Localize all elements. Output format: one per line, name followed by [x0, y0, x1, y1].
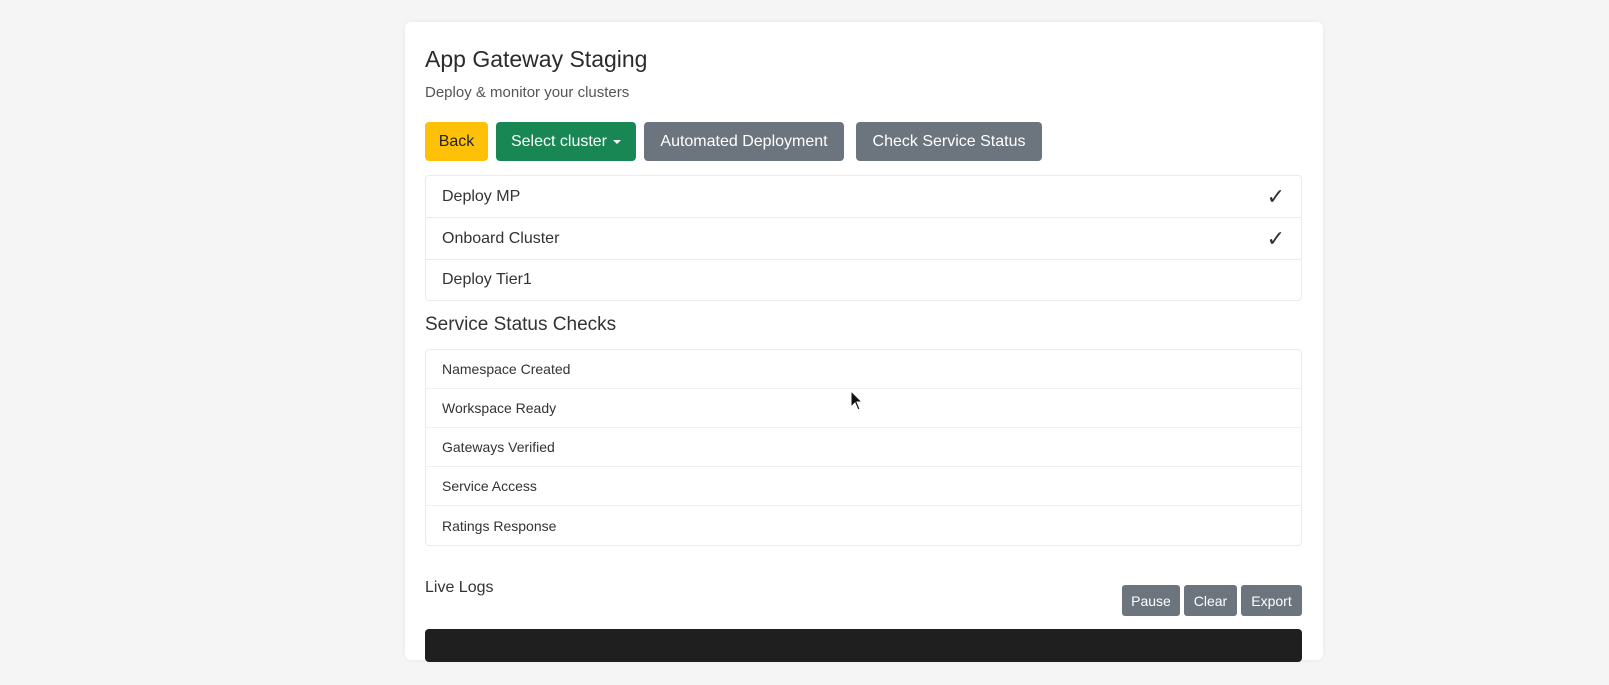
- pause-button[interactable]: Pause: [1122, 585, 1180, 616]
- select-cluster-label: Select cluster: [510, 132, 608, 150]
- deployment-card: App Gateway Staging Deploy & monitor you…: [405, 22, 1323, 662]
- automated-deployment-button[interactable]: Automated Deployment: [644, 122, 844, 161]
- checkmark-icon: ✓: [1266, 225, 1285, 251]
- step-onboard-cluster: Onboard Cluster ✓: [426, 218, 1301, 260]
- step-label: Deploy Tier1: [442, 271, 532, 288]
- check-service-status-button[interactable]: Check Service Status: [856, 122, 1042, 161]
- export-button[interactable]: Export: [1241, 585, 1302, 616]
- service-checks-list: Namespace Created Workspace Ready Gatewa…: [425, 349, 1302, 546]
- step-label: Deploy MP: [442, 187, 521, 205]
- checkmark-icon: ✓: [1266, 183, 1285, 209]
- live-logs-label: Live Logs: [425, 579, 494, 596]
- service-status-title: Service Status Checks: [425, 314, 617, 335]
- step-deploy-mp: Deploy MP ✓: [426, 176, 1301, 218]
- list-item: Gateways Verified: [426, 428, 1301, 467]
- list-item: Ratings Response: [442, 517, 557, 534]
- log-console[interactable]: [425, 629, 1302, 662]
- list-item: Namespace Created: [426, 350, 1301, 389]
- clear-button[interactable]: Clear: [1184, 585, 1237, 616]
- page-title: App Gateway Staging: [425, 46, 648, 72]
- mouse-pointer-icon: [850, 390, 864, 411]
- deployment-steps-list: Deploy MP ✓ Onboard Cluster ✓ Deploy Tie…: [425, 175, 1302, 301]
- step-deploy-tier1: Deploy Tier1: [426, 260, 1301, 300]
- step-label: Onboard Cluster: [442, 229, 560, 247]
- page-subtitle: Deploy & monitor your clusters: [425, 84, 630, 101]
- back-button[interactable]: Back: [425, 122, 488, 161]
- caret-down-icon: [613, 139, 622, 144]
- list-item: Service Access: [426, 467, 1301, 506]
- select-cluster-dropdown[interactable]: Select cluster: [496, 122, 636, 161]
